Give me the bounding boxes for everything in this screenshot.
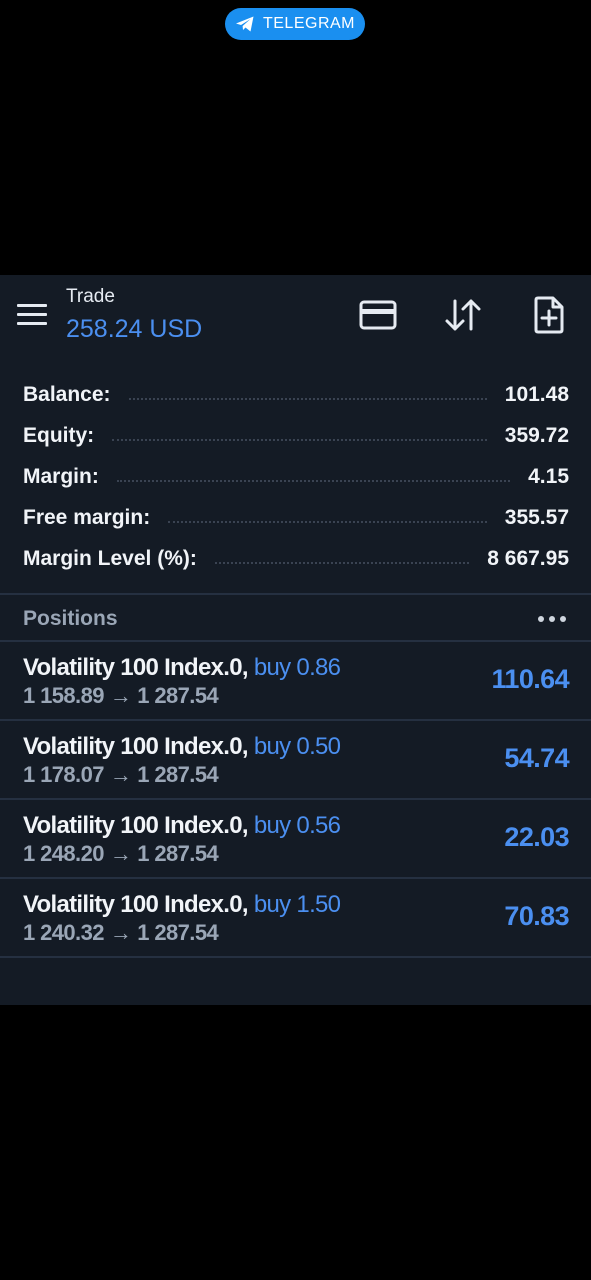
sort-arrows-icon[interactable] — [443, 295, 483, 335]
dotted-leader — [116, 480, 511, 482]
summary-label: Equity: — [23, 424, 95, 447]
positions-title: Positions — [23, 607, 118, 630]
position-profit: 22.03 — [504, 822, 569, 852]
arrow-right-icon: → — [109, 762, 132, 787]
dotted-leader — [112, 439, 487, 441]
divider — [0, 956, 591, 958]
summary-value: 8 667.95 — [487, 547, 569, 570]
dotted-leader — [168, 521, 487, 523]
add-document-icon[interactable] — [529, 295, 569, 335]
position-title: Volatility 100 Index.0, buy 0.56 — [23, 812, 341, 840]
position-row[interactable]: Volatility 100 Index.0, buy 1.50 1 240.3… — [0, 879, 591, 956]
summary-row-margin-level: Margin Level (%): 8 667.95 — [23, 544, 569, 574]
position-side: buy 0.56 — [253, 812, 341, 839]
menu-icon[interactable] — [17, 303, 49, 327]
arrow-right-icon: → — [109, 683, 132, 708]
open-price: 1 240.32 — [23, 920, 104, 945]
summary-label: Margin Level (%): — [23, 547, 197, 570]
position-row[interactable]: Volatility 100 Index.0, buy 0.56 1 248.2… — [0, 800, 591, 877]
position-prices: 1 178.07 → 1 287.54 — [23, 762, 219, 788]
trade-panel: Trade 258.24 USD Balance: 101.48 Equity:… — [0, 275, 591, 1005]
account-balance: 258.24 USD — [66, 315, 203, 343]
arrow-right-icon: → — [109, 841, 132, 866]
summary-row-equity: Equity: 359.72 — [23, 421, 569, 451]
summary-row-balance: Balance: 101.48 — [23, 380, 569, 410]
position-title: Volatility 100 Index.0, buy 0.86 — [23, 654, 341, 682]
current-price: 1 287.54 — [137, 762, 219, 787]
summary-label: Margin: — [23, 465, 99, 488]
position-row[interactable]: Volatility 100 Index.0, buy 0.50 1 178.0… — [0, 721, 591, 798]
arrow-right-icon: → — [109, 920, 132, 945]
open-price: 1 178.07 — [23, 762, 104, 787]
summary-value: 359.72 — [504, 424, 569, 447]
page-title: Trade — [66, 286, 115, 307]
position-symbol: Volatility 100 Index.0, — [23, 812, 249, 839]
position-symbol: Volatility 100 Index.0, — [23, 891, 249, 918]
position-profit: 70.83 — [504, 901, 569, 931]
card-icon[interactable] — [358, 295, 398, 335]
telegram-icon — [235, 15, 255, 33]
positions-header: Positions — [0, 595, 591, 641]
summary-row-margin: Margin: 4.15 — [23, 462, 569, 492]
position-prices: 1 248.20 → 1 287.54 — [23, 841, 219, 867]
telegram-button[interactable]: TELEGRAM — [225, 8, 365, 40]
open-price: 1 248.20 — [23, 841, 104, 866]
position-side: buy 0.50 — [253, 733, 341, 760]
position-title: Volatility 100 Index.0, buy 0.50 — [23, 733, 341, 761]
more-options-icon[interactable] — [538, 615, 566, 623]
dotted-leader — [214, 562, 470, 564]
position-symbol: Volatility 100 Index.0, — [23, 654, 249, 681]
summary-value: 101.48 — [504, 383, 569, 406]
position-prices: 1 240.32 → 1 287.54 — [23, 920, 219, 946]
summary-label: Balance: — [23, 383, 111, 406]
position-symbol: Volatility 100 Index.0, — [23, 733, 249, 760]
position-side: buy 0.86 — [253, 654, 341, 681]
position-prices: 1 158.89 → 1 287.54 — [23, 683, 219, 709]
position-profit: 54.74 — [504, 743, 569, 773]
summary-value: 355.57 — [504, 506, 569, 529]
current-price: 1 287.54 — [137, 920, 219, 945]
position-profit: 110.64 — [491, 664, 570, 694]
position-row[interactable]: Volatility 100 Index.0, buy 0.86 1 158.8… — [0, 642, 591, 719]
dotted-leader — [128, 398, 487, 400]
summary-row-free-margin: Free margin: 355.57 — [23, 503, 569, 533]
current-price: 1 287.54 — [137, 683, 219, 708]
summary-value: 4.15 — [528, 465, 569, 488]
position-title: Volatility 100 Index.0, buy 1.50 — [23, 891, 341, 919]
telegram-label: TELEGRAM — [262, 15, 355, 32]
summary-label: Free margin: — [23, 506, 151, 529]
top-bar: Trade 258.24 USD — [0, 275, 591, 355]
current-price: 1 287.54 — [137, 841, 219, 866]
position-side: buy 1.50 — [253, 891, 341, 918]
open-price: 1 158.89 — [23, 683, 104, 708]
